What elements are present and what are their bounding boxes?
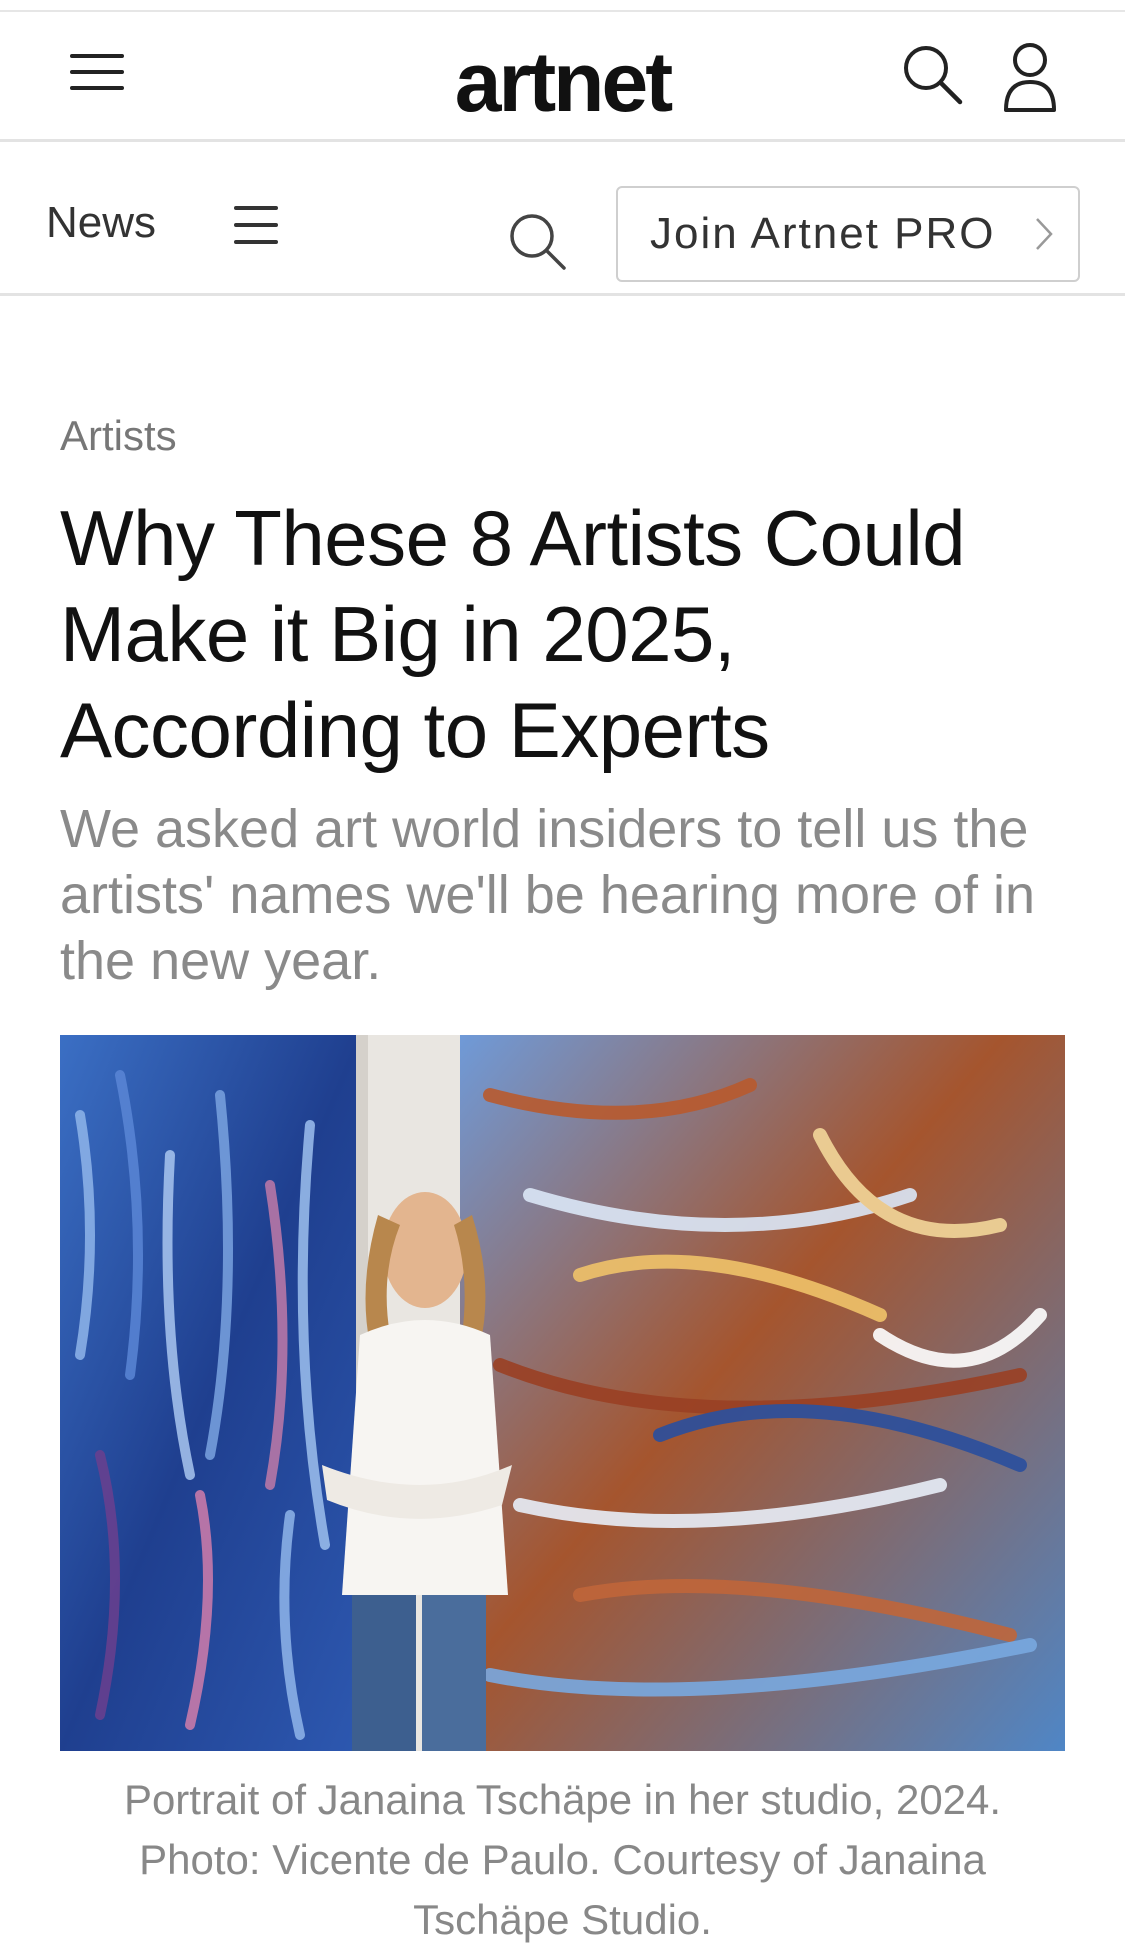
chevron-right-icon — [1036, 218, 1053, 250]
article-category[interactable]: Artists — [60, 412, 177, 460]
masthead: artnet — [0, 14, 1125, 142]
article-headline: Why These 8 Artists Could Make it Big in… — [60, 494, 966, 774]
section-nav: News Join Artnet PRO — [0, 142, 1125, 296]
section-link-news[interactable]: News — [46, 198, 156, 248]
top-divider — [0, 0, 1125, 12]
image-caption: Portrait of Janaina Tschäpe in her studi… — [123, 1776, 1002, 1943]
hero-image — [60, 1035, 1065, 1751]
user-account-icon[interactable] — [1000, 40, 1060, 116]
list-menu-icon[interactable] — [234, 204, 278, 246]
search-icon[interactable] — [898, 40, 968, 110]
join-pro-button[interactable]: Join Artnet PRO — [616, 186, 1080, 282]
article-dek: We asked art world insiders to tell us t… — [60, 799, 1036, 991]
search-icon[interactable] — [506, 210, 570, 274]
join-pro-label: Join Artnet PRO — [650, 209, 996, 258]
